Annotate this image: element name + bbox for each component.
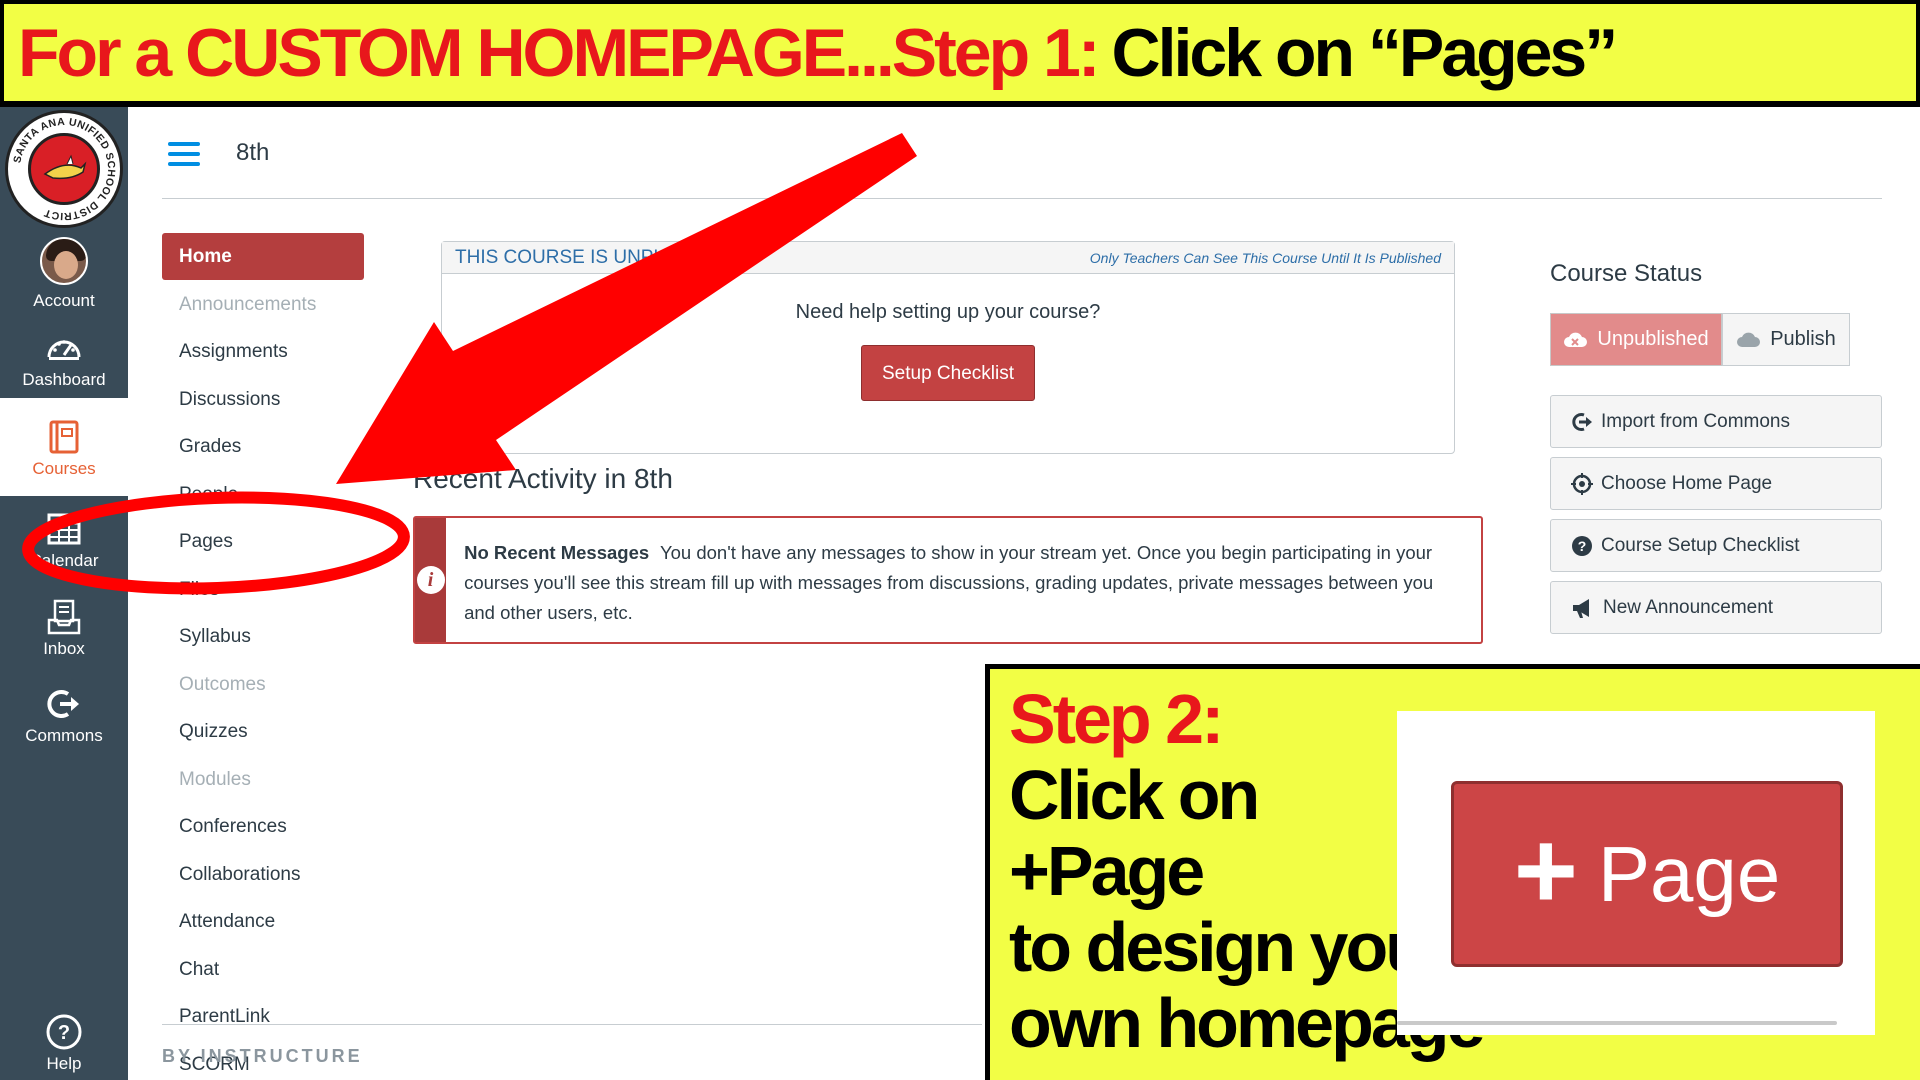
new-announcement-button[interactable]: New Announcement (1550, 581, 1882, 634)
unpublished-cloud-icon (1564, 332, 1588, 347)
target-icon (1571, 472, 1593, 495)
nav-help-label: Help (46, 1054, 82, 1073)
step2-panel: Step 2: Click on +Page to design your ow… (985, 664, 1920, 1080)
unpublished-notice: THIS COURSE IS UNPUBLISHED Only Teachers… (441, 241, 1455, 454)
header-divider (162, 198, 1882, 199)
instruction-banner: For a CUSTOM HOMEPAGE...Step 1: Click on… (0, 0, 1920, 107)
recent-activity-title: Recent Activity in 8th (413, 463, 673, 494)
choose-home-page-label: Choose Home Page (1601, 472, 1773, 494)
nav-inbox-label: Inbox (43, 639, 85, 658)
nav-dashboard-label: Dashboard (22, 370, 106, 389)
nav-commons[interactable]: Commons (0, 672, 128, 756)
hamburger-menu-icon[interactable] (168, 142, 200, 166)
choose-home-page-button[interactable]: Choose Home Page (1550, 457, 1882, 510)
unpublished-header: THIS COURSE IS UNPUBLISHED Only Teachers… (442, 242, 1454, 274)
commons-icon (1572, 412, 1592, 431)
course-nav-assignments[interactable]: Assignments (162, 329, 364, 377)
no-messages-title: No Recent Messages (464, 542, 650, 563)
course-setup-checklist-button[interactable]: ? Course Setup Checklist (1550, 519, 1882, 572)
info-icon: i (416, 566, 445, 594)
inbox-icon (42, 595, 86, 639)
banner-step1-text: For a CUSTOM HOMEPAGE...Step 1: (18, 14, 1101, 91)
plus-icon: + (1513, 809, 1579, 932)
unpublished-button[interactable]: Unpublished (1550, 313, 1722, 366)
course-status-title: Course Status (1550, 260, 1703, 287)
dashboard-icon (42, 326, 86, 370)
course-nav-people[interactable]: People (162, 471, 364, 519)
cloud-icon (1737, 332, 1761, 347)
megaphone-icon (1573, 598, 1589, 618)
nav-commons-label: Commons (25, 726, 103, 745)
course-nav-pages[interactable]: Pages (162, 519, 364, 567)
course-nav-files[interactable]: Files (162, 566, 364, 614)
recent-activity-alert: i No Recent Messages You don't have any … (413, 516, 1483, 644)
setup-help-question: Need help setting up your course? (795, 301, 1101, 323)
course-nav-syllabus[interactable]: Syllabus (162, 614, 364, 662)
svg-text:SANTA ANA UNIFIED SCHOOL DISTR: SANTA ANA UNIFIED SCHOOL DISTRICT (11, 115, 117, 221)
help-icon: ? (42, 1010, 86, 1054)
nav-inbox[interactable]: Inbox (0, 582, 128, 672)
course-nav-grades[interactable]: Grades (162, 424, 364, 472)
setup-checklist-button[interactable]: Setup Checklist (860, 345, 1035, 401)
seal-text: SANTA ANA UNIFIED SCHOOL DISTRICT (11, 115, 116, 221)
footer-divider (162, 1024, 982, 1025)
courses-icon (42, 415, 86, 459)
nav-courses[interactable]: Courses (0, 398, 128, 496)
nav-account-label: Account (33, 291, 95, 310)
question-icon: ? (1572, 535, 1592, 556)
course-nav-announcements[interactable]: Announcements (162, 281, 364, 329)
import-from-commons-label: Import from Commons (1601, 410, 1790, 432)
add-page-label: Page (1598, 829, 1781, 918)
nav-courses-label: Courses (32, 459, 96, 478)
add-page-button[interactable]: + Page (1451, 781, 1843, 967)
avatar (40, 237, 88, 285)
nav-calendar-label: Calendar (29, 551, 99, 570)
course-nav-outcomes[interactable]: Outcomes (162, 661, 364, 709)
import-from-commons-button[interactable]: Import from Commons (1550, 395, 1882, 448)
course-navigation: Home Announcements Assignments Discussio… (162, 233, 364, 1080)
course-nav-collaborations[interactable]: Collaborations (162, 851, 364, 899)
svg-text:?: ? (58, 1022, 70, 1044)
course-nav-chat[interactable]: Chat (162, 946, 364, 994)
course-nav-home[interactable]: Home (162, 233, 364, 280)
course-nav-modules[interactable]: Modules (162, 756, 364, 804)
calendar-icon (42, 507, 86, 551)
course-nav-parentlink[interactable]: ParentLink (162, 994, 364, 1042)
nav-help[interactable]: ? Help (0, 1004, 128, 1080)
breadcrumb[interactable]: 8th (236, 139, 269, 167)
publish-label: Publish (1770, 328, 1836, 350)
course-setup-checklist-label: Course Setup Checklist (1601, 534, 1800, 556)
svg-text:?: ? (1578, 538, 1587, 554)
unpublished-note: Only Teachers Can See This Course Until … (1089, 249, 1441, 266)
instructure-footer-brand[interactable]: BY INSTRUCTURE (162, 1046, 363, 1067)
course-nav-discussions[interactable]: Discussions (162, 376, 364, 424)
commons-icon (42, 682, 86, 726)
add-page-preview: + Page (1397, 711, 1875, 1035)
nav-dashboard[interactable]: Dashboard (0, 318, 128, 398)
district-seal: SANTA ANA UNIFIED SCHOOL DISTRICT (5, 109, 123, 228)
district-logo[interactable]: SANTA ANA UNIFIED SCHOOL DISTRICT (0, 107, 128, 230)
nav-account[interactable]: Account (0, 230, 128, 318)
course-nav-conferences[interactable]: Conferences (162, 804, 364, 852)
new-announcement-label: New Announcement (1603, 596, 1774, 618)
global-navigation: SANTA ANA UNIFIED SCHOOL DISTRICT Accoun… (0, 107, 128, 1080)
course-nav-attendance[interactable]: Attendance (162, 899, 364, 947)
publish-button[interactable]: Publish (1722, 313, 1850, 366)
unpublished-title: THIS COURSE IS UNPUBLISHED (455, 246, 749, 268)
unpublished-label: Unpublished (1597, 328, 1709, 350)
nav-calendar[interactable]: Calendar (0, 496, 128, 582)
banner-click-pages-text: Click on “Pages” (1111, 14, 1619, 91)
course-nav-quizzes[interactable]: Quizzes (162, 709, 364, 757)
